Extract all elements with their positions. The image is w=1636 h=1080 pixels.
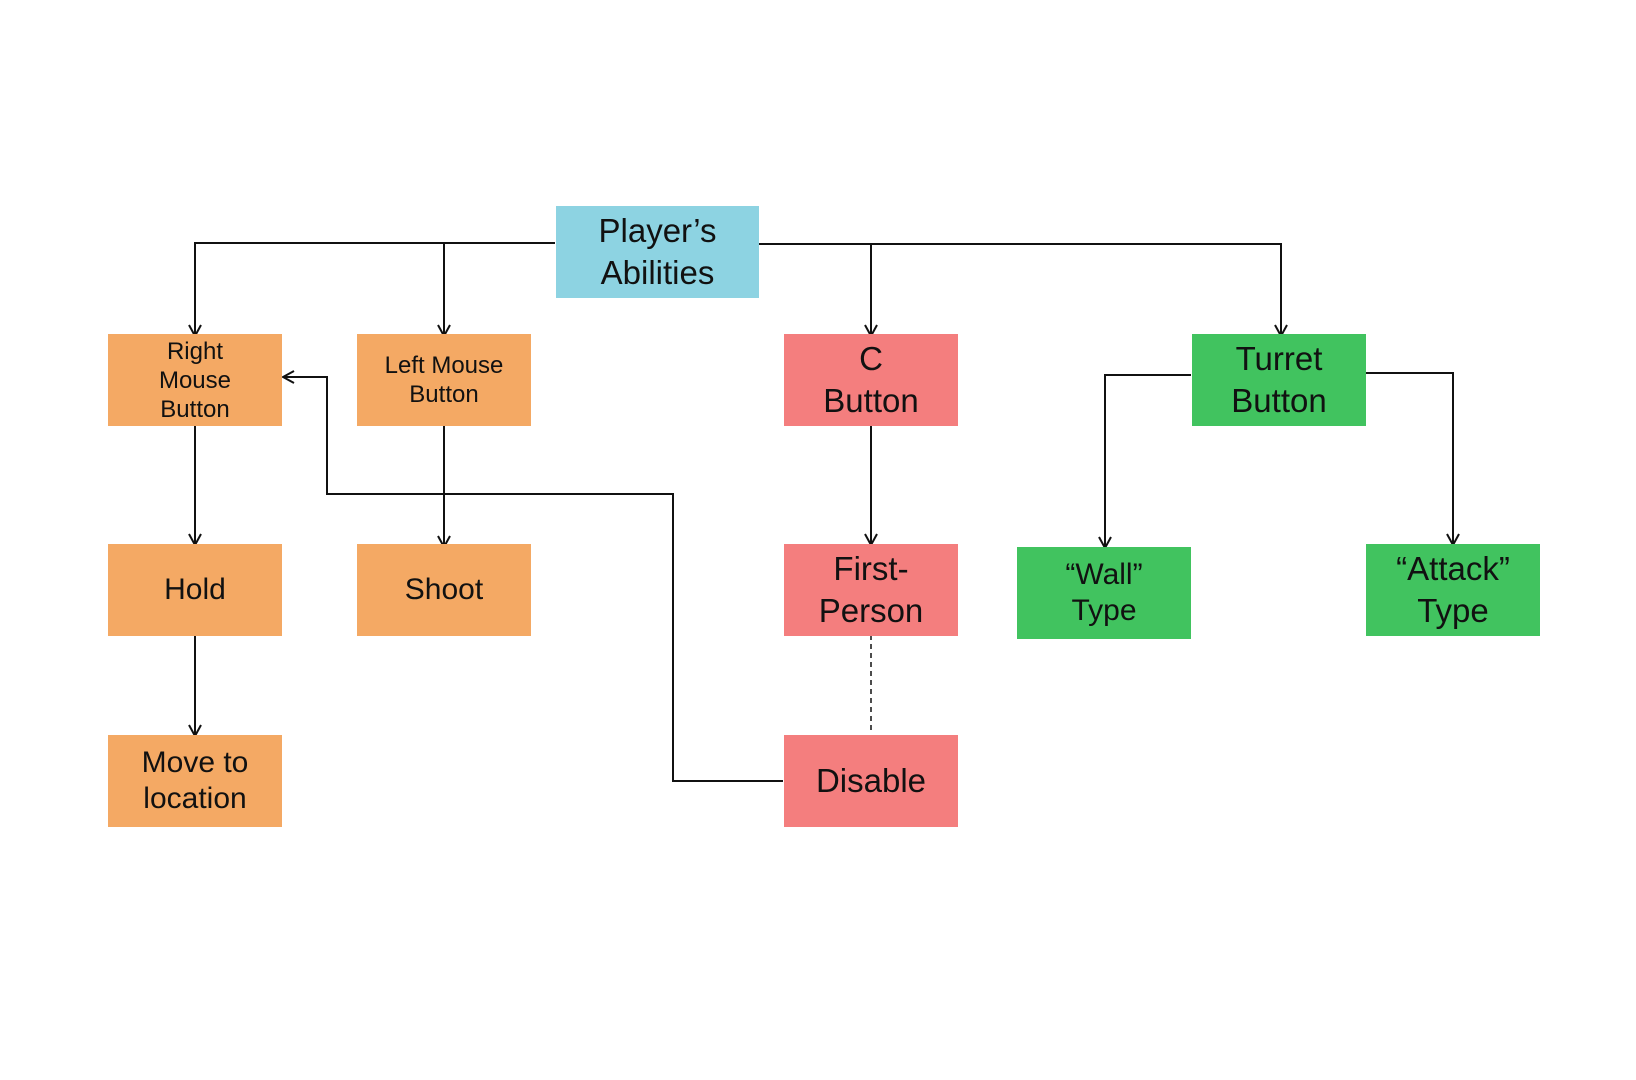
node-label: Turret Button: [1231, 340, 1327, 419]
node-disable: Disable: [784, 735, 958, 827]
node-label: Disable: [815, 762, 927, 799]
edge-turret-button-to-attack-type: [1365, 372, 1453, 545]
node-label: Right Mouse Button: [158, 337, 232, 423]
node-label: C Button: [823, 340, 919, 419]
flowchart-canvas: [0, 242, 1636, 782]
node-label: Left Mouse Button: [384, 352, 504, 408]
node-players-abilities: Player’s Abilities: [556, 206, 759, 298]
node-label: Shoot: [404, 573, 484, 606]
node-c-button: C Button: [784, 334, 958, 426]
node-right-mouse-button: Right Mouse Button: [108, 334, 282, 426]
node-hold: Hold: [108, 544, 282, 636]
node-label: Hold: [164, 573, 226, 606]
node-label: “Wall” Type: [1065, 558, 1143, 627]
node-label: “Attack” Type: [1396, 550, 1510, 629]
connector-layer: [195, 242, 1453, 782]
node-shoot: Shoot: [357, 544, 531, 636]
edge-turret-button-to-wall-type: [1105, 374, 1191, 548]
edge-root-to-right-mouse-button: [195, 242, 555, 336]
node-label: Move to location: [141, 746, 249, 815]
node-label: Player’s Abilities: [598, 212, 717, 291]
edge-root-to-turret-button: [871, 243, 1281, 336]
node-first-person: First- Person: [784, 544, 958, 636]
node-attack-type: “Attack” Type: [1366, 544, 1540, 636]
node-label: First- Person: [818, 550, 924, 629]
node-move-to-location: Move to location: [108, 735, 282, 827]
edge-root-to-c-button: [758, 243, 871, 336]
node-wall-type: “Wall” Type: [1017, 547, 1191, 639]
node-turret-button: Turret Button: [1192, 334, 1366, 426]
node-left-mouse-button: Left Mouse Button: [357, 334, 531, 426]
